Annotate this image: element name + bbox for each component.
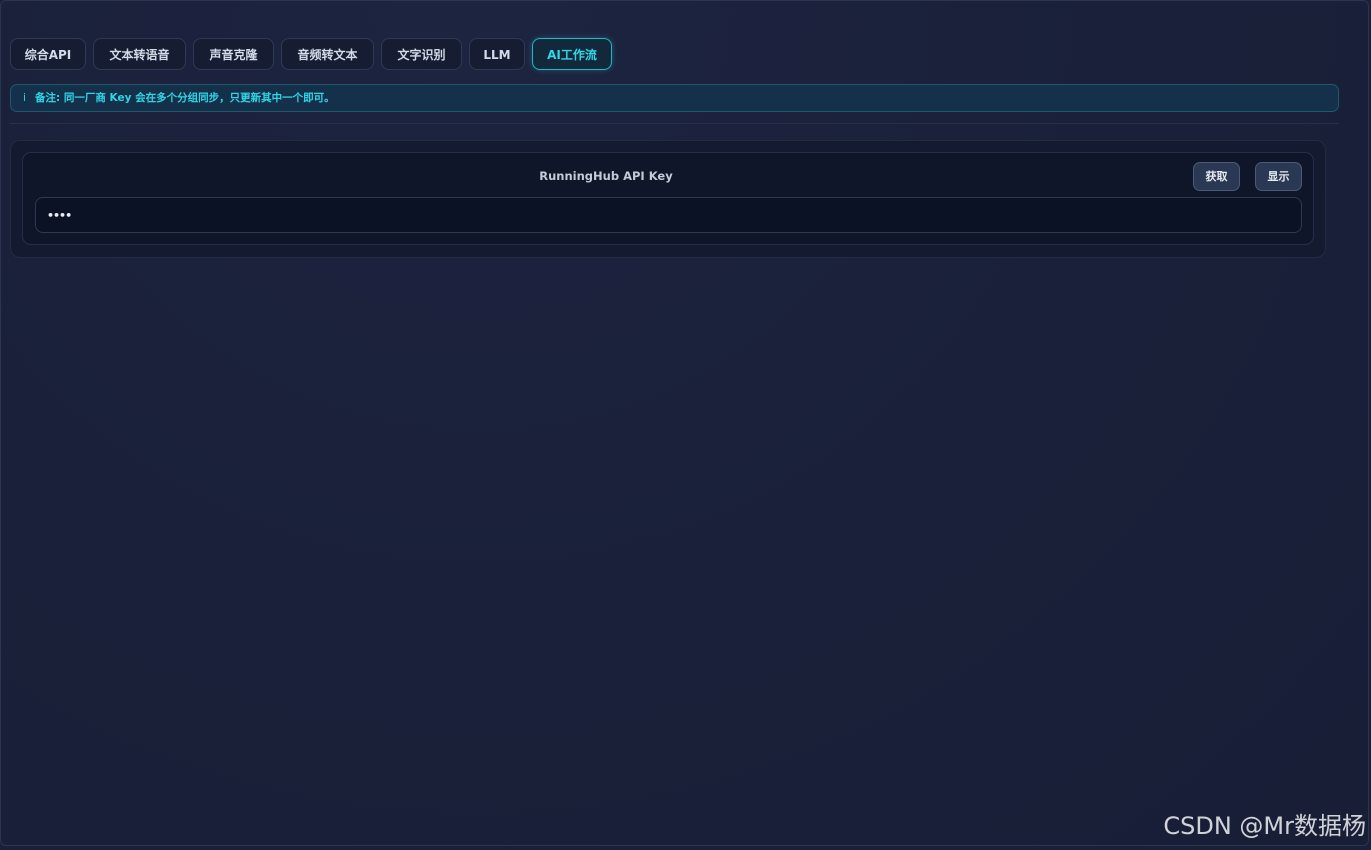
api-key-input[interactable] [35,197,1302,233]
info-icon: i [23,92,26,104]
tab-llm[interactable]: LLM [469,38,525,70]
sync-note-text: 备注: 同一厂商 Key 会在多个分组同步，只更新其中一个即可。 [35,92,335,104]
tab-ocr[interactable]: 文字识别 [381,38,462,70]
tab-ai-workflow[interactable]: AI工作流 [532,38,612,70]
watermark: CSDN @Mr数据杨 [1163,812,1366,840]
tab-voice-clone[interactable]: 声音克隆 [193,38,274,70]
show-key-button[interactable]: 显示 [1255,162,1302,191]
sync-note-banner: i 备注: 同一厂商 Key 会在多个分组同步，只更新其中一个即可。 [10,84,1339,112]
api-key-label: RunningHub API Key [539,169,673,183]
tab-text-to-speech[interactable]: 文本转语音 [93,38,186,70]
tab-general-api[interactable]: 综合API [10,38,86,70]
app-window: 综合API 文本转语音 声音克隆 音频转文本 文字识别 LLM AI工作流 i备… [0,0,1369,846]
get-key-button[interactable]: 获取 [1193,162,1240,191]
divider [10,123,1339,124]
api-key-panel: RunningHub API Key 获取 显示 [10,140,1326,258]
api-key-card: RunningHub API Key 获取 显示 [22,152,1314,245]
tab-speech-to-text[interactable]: 音频转文本 [281,38,374,70]
